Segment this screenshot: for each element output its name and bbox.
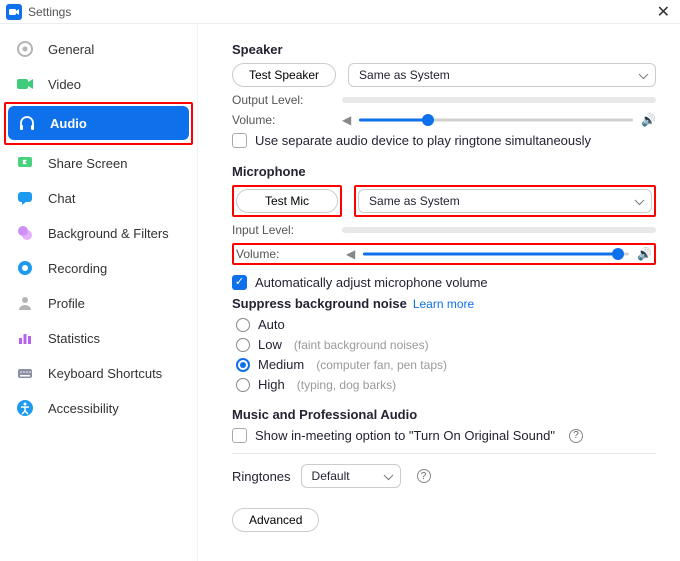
accessibility-icon <box>16 399 34 417</box>
window-title: Settings <box>28 5 71 19</box>
suppress-option-auto[interactable]: Auto <box>236 317 656 332</box>
suppress-low-label: Low <box>258 337 282 352</box>
sidebar: General Video Audio Share Screen Chat Ba… <box>0 24 198 561</box>
sidebar-item-statistics[interactable]: Statistics <box>6 321 191 355</box>
sidebar-item-video[interactable]: Video <box>6 67 191 101</box>
radio-icon <box>236 378 250 392</box>
suppress-low-hint: (faint background noises) <box>294 338 429 352</box>
advanced-button[interactable]: Advanced <box>232 508 319 532</box>
sidebar-label: Statistics <box>48 331 100 346</box>
statistics-icon <box>16 329 34 347</box>
suppress-heading: Suppress background noise <box>232 296 407 311</box>
ringtones-label: Ringtones <box>232 469 291 484</box>
speaker-heading: Speaker <box>232 42 656 57</box>
recording-icon <box>16 259 34 277</box>
speaker-device-value: Same as System <box>359 68 450 82</box>
close-icon[interactable]: ✕ <box>653 2 674 22</box>
sidebar-item-chat[interactable]: Chat <box>6 181 191 215</box>
volume-high-icon: 🔊 <box>637 247 652 261</box>
help-icon[interactable]: ? <box>569 429 583 443</box>
sidebar-label: Chat <box>48 191 75 206</box>
mic-volume-slider[interactable] <box>363 247 629 261</box>
chat-icon <box>16 189 34 207</box>
share-screen-icon <box>16 154 34 172</box>
sidebar-label: Video <box>48 77 81 92</box>
sidebar-label: Share Screen <box>48 156 128 171</box>
sidebar-label: General <box>48 42 94 57</box>
headphones-icon <box>18 114 36 132</box>
microphone-heading: Microphone <box>232 164 656 179</box>
highlight-mic-device: Same as System <box>354 185 656 217</box>
speaker-output-level <box>342 97 656 103</box>
ringtones-value: Default <box>312 469 350 483</box>
sidebar-item-accessibility[interactable]: Accessibility <box>6 391 191 425</box>
volume-low-icon: ◀ <box>342 113 351 127</box>
mic-device-select[interactable]: Same as System <box>358 189 652 213</box>
titlebar: Settings ✕ <box>0 0 680 24</box>
sidebar-item-keyboard-shortcuts[interactable]: Keyboard Shortcuts <box>6 356 191 390</box>
original-sound-label: Show in-meeting option to "Turn On Origi… <box>255 428 555 443</box>
divider <box>232 453 656 454</box>
gear-icon <box>16 40 34 58</box>
auto-adjust-mic-label: Automatically adjust microphone volume <box>255 275 488 290</box>
help-icon[interactable]: ? <box>417 469 431 483</box>
sidebar-label: Accessibility <box>48 401 119 416</box>
volume-high-icon: 🔊 <box>641 113 656 127</box>
speaker-volume-slider[interactable] <box>359 113 633 127</box>
keyboard-icon <box>16 364 34 382</box>
speaker-device-select[interactable]: Same as System <box>348 63 656 87</box>
test-mic-button[interactable]: Test Mic <box>236 189 338 213</box>
separate-ringtone-label: Use separate audio device to play ringto… <box>255 133 591 148</box>
learn-more-link[interactable]: Learn more <box>413 297 474 311</box>
radio-icon <box>236 358 250 372</box>
sidebar-label: Keyboard Shortcuts <box>48 366 162 381</box>
sidebar-item-profile[interactable]: Profile <box>6 286 191 320</box>
original-sound-checkbox[interactable] <box>232 428 247 443</box>
sidebar-item-share-screen[interactable]: Share Screen <box>6 146 191 180</box>
suppress-option-high[interactable]: High (typing, dog barks) <box>236 377 656 392</box>
sidebar-item-recording[interactable]: Recording <box>6 251 191 285</box>
speaker-volume-label: Volume: <box>232 113 342 127</box>
main-panel: Speaker Test Speaker Same as System Outp… <box>198 24 680 561</box>
suppress-option-low[interactable]: Low (faint background noises) <box>236 337 656 352</box>
filters-icon <box>16 224 34 242</box>
highlight-test-mic: Test Mic <box>232 185 342 217</box>
volume-low-icon: ◀ <box>346 247 355 261</box>
mic-device-value: Same as System <box>369 194 460 208</box>
suppress-auto-label: Auto <box>258 317 285 332</box>
mic-volume-label: Volume: <box>236 247 346 261</box>
suppress-high-label: High <box>258 377 285 392</box>
mic-input-level <box>342 227 656 233</box>
highlight-mic-volume: Volume: ◀ 🔊 <box>232 243 656 265</box>
music-heading: Music and Professional Audio <box>232 407 656 422</box>
video-icon <box>16 75 34 93</box>
sidebar-item-background-filters[interactable]: Background & Filters <box>6 216 191 250</box>
highlight-sidebar-audio: Audio <box>4 102 193 145</box>
separate-ringtone-checkbox[interactable] <box>232 133 247 148</box>
sidebar-label: Profile <box>48 296 85 311</box>
radio-icon <box>236 318 250 332</box>
suppress-medium-label: Medium <box>258 357 304 372</box>
output-level-label: Output Level: <box>232 93 342 107</box>
auto-adjust-mic-checkbox[interactable] <box>232 275 247 290</box>
sidebar-label: Background & Filters <box>48 226 169 241</box>
suppress-high-hint: (typing, dog barks) <box>297 378 396 392</box>
sidebar-label: Recording <box>48 261 107 276</box>
suppress-option-medium[interactable]: Medium (computer fan, pen taps) <box>236 357 656 372</box>
suppress-medium-hint: (computer fan, pen taps) <box>316 358 447 372</box>
test-speaker-button[interactable]: Test Speaker <box>232 63 336 87</box>
sidebar-item-general[interactable]: General <box>6 32 191 66</box>
profile-icon <box>16 294 34 312</box>
input-level-label: Input Level: <box>232 223 342 237</box>
sidebar-label: Audio <box>50 116 87 131</box>
radio-icon <box>236 338 250 352</box>
app-logo <box>6 4 22 20</box>
ringtones-select[interactable]: Default <box>301 464 401 488</box>
sidebar-item-audio[interactable]: Audio <box>8 106 189 140</box>
